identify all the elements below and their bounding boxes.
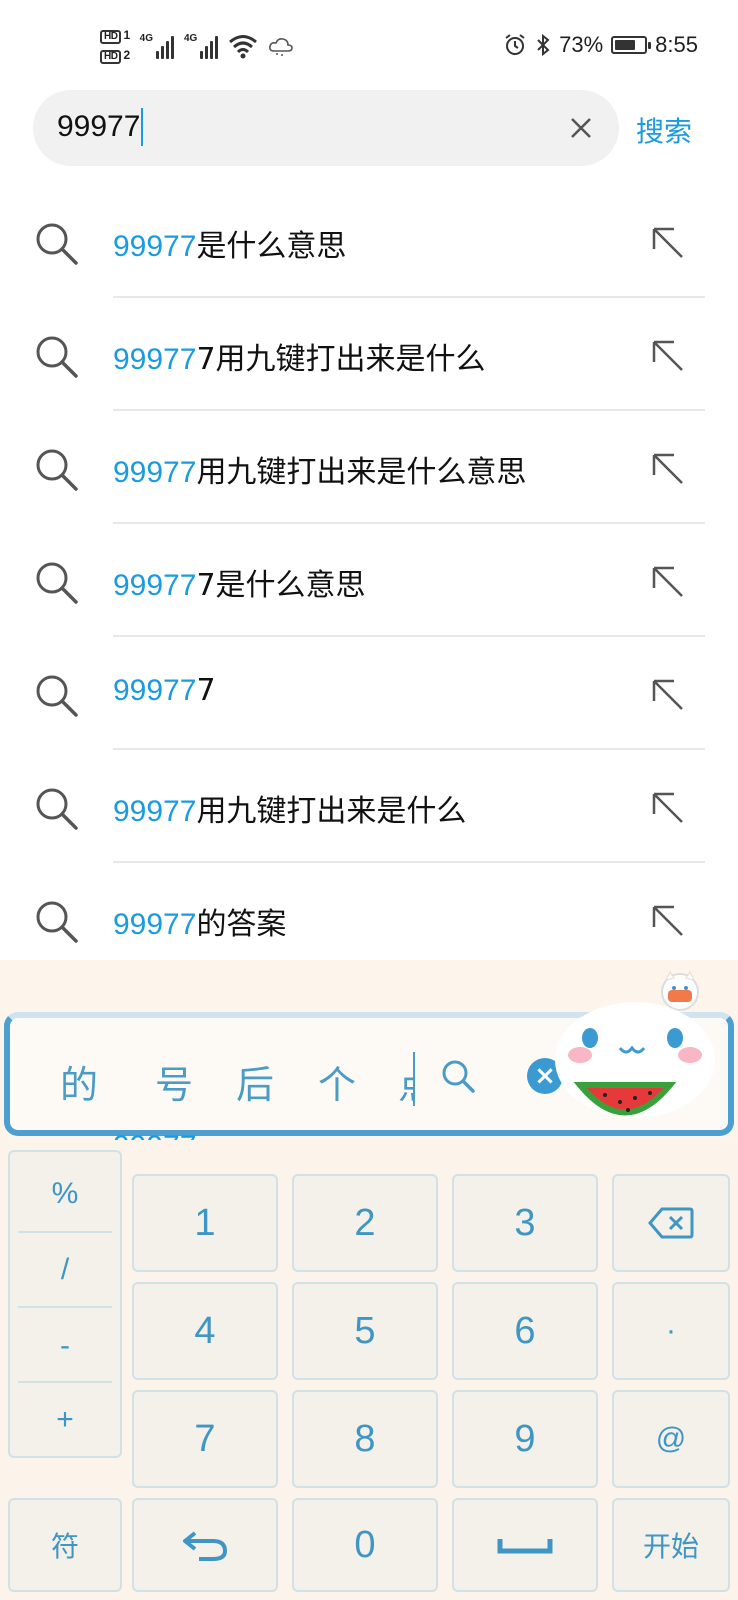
search-icon [36, 562, 78, 604]
symbol-key[interactable]: / [16, 1232, 114, 1307]
candidate-word[interactable]: 个 [318, 1054, 356, 1109]
candidate-word[interactable]: 号 [155, 1054, 193, 1109]
search-row: 99977 搜索 [0, 90, 738, 168]
weather-cloud-icon [269, 38, 294, 56]
key-7[interactable]: 7 [132, 1390, 278, 1488]
candidate-word[interactable]: 点 [398, 1054, 414, 1109]
start-search-key[interactable]: 开始 [612, 1498, 730, 1592]
return-key[interactable] [132, 1498, 278, 1592]
clear-icon[interactable] [563, 110, 599, 146]
hd-indicators: HD 1 HD 2 [100, 28, 130, 64]
battery-icon [611, 36, 652, 54]
search-button[interactable]: 搜索 [636, 110, 692, 150]
symbol-key[interactable]: - [16, 1308, 114, 1383]
wifi-icon [229, 35, 258, 59]
key-9[interactable]: 9 [452, 1390, 598, 1488]
search-icon [36, 449, 78, 491]
fill-query-arrow-icon[interactable] [648, 901, 686, 939]
dot-key[interactable]: · [612, 1282, 730, 1380]
hd2-indicator: HD 2 [100, 48, 130, 64]
fill-query-arrow-icon[interactable] [648, 788, 686, 826]
search-icon [36, 336, 78, 378]
symbol-key[interactable]: % [16, 1156, 114, 1231]
suggestion-text: 999777是什么意思 [113, 568, 366, 603]
alarm-icon [505, 34, 525, 55]
key-6[interactable]: 6 [452, 1282, 598, 1380]
suggestion-item[interactable]: 999777用九键打出来是什么 [0, 298, 738, 411]
suggestion-list: 99977是什么意思 999777用九键打出来是什么 99977用九键打出来是什… [0, 185, 738, 976]
symbol-column: % / - + [8, 1150, 122, 1458]
space-key[interactable] [452, 1498, 598, 1592]
key-5[interactable]: 5 [292, 1282, 438, 1380]
battery-percent: 73% [559, 32, 604, 57]
search-icon[interactable] [438, 1056, 478, 1096]
suggestion-item[interactable]: 999777是什么意思 [0, 524, 738, 637]
backspace-key[interactable] [612, 1174, 730, 1272]
suggestion-item[interactable]: 99977用九键打出来是什么意思 [0, 411, 738, 524]
key-1[interactable]: 1 [132, 1174, 278, 1272]
suggestion-text: 999777用九键打出来是什么 [113, 342, 486, 377]
clock: 8:55 [655, 32, 698, 57]
fill-query-arrow-icon[interactable] [648, 449, 686, 487]
candidate-word[interactable]: 后 [236, 1054, 274, 1109]
suggestion-item[interactable]: 999777 [0, 637, 738, 750]
suggestion-text: 99977用九键打出来是什么 [113, 794, 467, 829]
space-bar-icon [497, 1539, 553, 1554]
symbol-mode-key[interactable]: 符 [8, 1498, 122, 1592]
suggestion-text: 99977的答案 [113, 907, 287, 942]
text-caret [141, 108, 144, 146]
fill-query-arrow-icon[interactable] [648, 336, 686, 374]
suggestion-item[interactable]: 99977是什么意思 [0, 185, 738, 298]
signal-2-icon: 4G [184, 33, 219, 59]
signal-1-icon: 4G [140, 33, 174, 59]
suggestion-text: 99977用九键打出来是什么意思 [113, 455, 527, 490]
key-0[interactable]: 0 [292, 1498, 438, 1592]
status-bar: HD 1 HD 2 4G 4G 73% 8:55 [0, 0, 738, 88]
status-left: HD 1 HD 2 4G 4G [100, 24, 294, 68]
search-icon [36, 223, 78, 265]
hd1-indicator: HD 1 [100, 28, 130, 44]
bluetooth-icon [537, 33, 550, 57]
suggestion-text: 99977是什么意思 [113, 229, 347, 264]
search-icon [36, 675, 78, 717]
suggestion-text: 999777 [113, 673, 216, 708]
suggestion-item[interactable]: 99977用九键打出来是什么 [0, 750, 738, 863]
fill-query-arrow-icon[interactable] [648, 223, 686, 261]
key-4[interactable]: 4 [132, 1282, 278, 1380]
key-2[interactable]: 2 [292, 1174, 438, 1272]
watermelon-mascot-icon [555, 1002, 715, 1118]
search-input[interactable]: 99977 [33, 90, 619, 166]
key-3[interactable]: 3 [452, 1174, 598, 1272]
symbol-key[interactable]: + [16, 1382, 114, 1457]
fill-query-arrow-icon[interactable] [648, 562, 686, 600]
at-key[interactable]: @ [612, 1390, 730, 1488]
fill-query-arrow-icon[interactable] [648, 675, 686, 713]
backspace-icon [648, 1207, 694, 1239]
candidate-word[interactable]: 的 [60, 1054, 98, 1109]
key-8[interactable]: 8 [292, 1390, 438, 1488]
search-icon [36, 788, 78, 830]
candidate-scroll-caret [413, 1052, 415, 1106]
return-arrow-icon [183, 1531, 228, 1561]
search-icon [36, 901, 78, 943]
status-right: 73% 8:55 [503, 26, 698, 64]
search-query[interactable]: 99977 [57, 108, 144, 146]
